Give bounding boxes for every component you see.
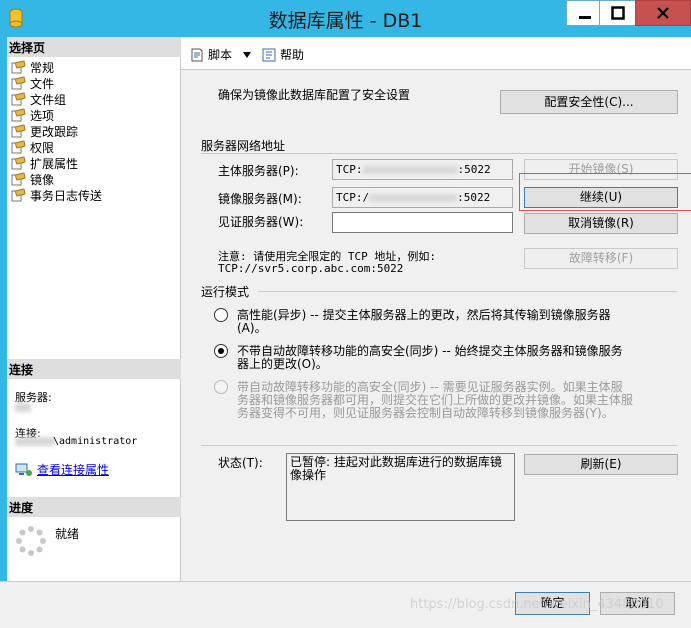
page-icon (11, 140, 26, 154)
help-label: 帮助 (280, 48, 305, 62)
divider (201, 445, 677, 446)
sidebar-item-label: 事务日志传送 (30, 188, 103, 203)
sidebar-item-files[interactable]: 文件 (11, 75, 54, 91)
chevron-down-icon[interactable] (242, 51, 252, 59)
witness-server-label: 见证服务器(W): (218, 215, 304, 229)
page-icon (11, 76, 26, 90)
mirror-server-label: 镜像服务器(M): (218, 192, 302, 206)
sidebar-item-label: 文件 (30, 76, 55, 91)
sidebar-item-general[interactable]: 常规 (11, 59, 54, 75)
sidebar-item-label: 选项 (30, 108, 55, 123)
status-label: 状态(T): (218, 456, 263, 470)
script-button[interactable]: 脚本 (189, 46, 252, 63)
window-border (0, 37, 7, 581)
toolbar: 脚本 帮助 (181, 37, 691, 69)
sidebar-item-permissions[interactable]: 权限 (11, 139, 54, 155)
close-icon (657, 7, 669, 19)
page-icon (11, 124, 26, 138)
divider (258, 291, 677, 292)
watermark: https://blog.csdn.net/weixin_43480010 (410, 597, 664, 612)
view-connection-properties-label[interactable]: 查看连接属性 (37, 461, 109, 478)
page-icon (11, 172, 26, 186)
mirror-suffix: :5022 (457, 191, 491, 204)
page-icon (11, 188, 26, 202)
status-box: 已暂停: 挂起对此数据库进行的数据库镜 像操作 (286, 453, 515, 521)
principal-host-redacted (362, 166, 458, 174)
principal-prefix: TCP: (336, 163, 363, 176)
script-icon (191, 48, 203, 61)
high-performance-radio[interactable] (214, 308, 228, 322)
mode1-label-line2: (A)。 (237, 321, 267, 335)
maximize-button[interactable] (599, 0, 637, 26)
principal-server-label: 主体服务器(P): (218, 164, 299, 178)
server-network-title: 服务器网络地址 (201, 139, 286, 153)
minimize-icon (579, 16, 591, 19)
configure-security-button[interactable]: 配置安全性(C)... (500, 90, 678, 114)
script-label: 脚本 (208, 48, 233, 62)
mirror-server-field[interactable]: TCP:/ :5022 (332, 187, 513, 208)
sidebar-item-extended-properties[interactable]: 扩展属性 (11, 155, 78, 171)
mirror-host-redacted (369, 194, 458, 202)
failover-button[interactable]: 故障转移(F) (524, 248, 678, 269)
sidebar-item-label: 更改跟踪 (30, 124, 79, 139)
mode1-label-line1: 高性能(异步) -- 提交主体服务器上的更改，然后将其传输到镜像服务器 (237, 308, 611, 322)
resume-button[interactable]: 继续(U) (524, 187, 678, 208)
connection-domain-redacted (15, 437, 55, 446)
progress-header: 进度 (7, 497, 181, 517)
sidebar-item-label: 权限 (30, 140, 55, 155)
title-bar: 数据库属性 - DB1 (0, 0, 691, 37)
witness-server-field[interactable] (332, 212, 513, 233)
mirroring-page: 确保为镜像此数据库配置了安全设置 配置安全性(C)... 服务器网络地址 主体服… (181, 69, 691, 581)
help-icon (262, 48, 276, 61)
operating-mode-title: 运行模式 (201, 285, 250, 299)
select-page-header: 选择页 (7, 37, 181, 57)
sidebar: 选择页 常规 文件 文件组 选项 更改跟踪 权限 扩展属性 镜像 事务日志传送 … (7, 37, 181, 581)
connection-properties-icon (15, 463, 32, 476)
sidebar-item-label: 扩展属性 (30, 156, 79, 171)
mode3-label-line3: 务器变得不可用，则见证服务器会控制自动故障转移到镜像服务器(Y)。 (237, 406, 614, 420)
status-line-2: 像操作 (290, 468, 327, 482)
mirror-prefix: TCP:/ (336, 191, 370, 204)
connection-user: \administrator (53, 436, 138, 447)
mode2-label-line2: 器上的更改(O)。 (237, 357, 328, 371)
note-line-2: TCP://svr5.corp.abc.com:5022 (218, 262, 404, 275)
help-button[interactable]: 帮助 (261, 46, 304, 63)
principal-server-field[interactable]: TCP: :5022 (332, 159, 513, 180)
page-icon (11, 108, 26, 122)
sidebar-item-mirroring[interactable]: 镜像 (11, 171, 54, 187)
server-value-redacted (15, 403, 31, 412)
high-safety-auto-failover-radio[interactable] (214, 380, 228, 394)
high-safety-no-failover-radio[interactable] (214, 344, 228, 358)
principal-suffix: :5022 (457, 163, 491, 176)
remove-mirroring-button[interactable]: 取消镜像(R) (524, 213, 678, 234)
sidebar-item-options[interactable]: 选项 (11, 107, 54, 123)
security-hint: 确保为镜像此数据库配置了安全设置 (218, 88, 411, 102)
sidebar-item-log-shipping[interactable]: 事务日志传送 (11, 187, 102, 203)
view-connection-properties-link[interactable]: 查看连接属性 (15, 461, 109, 478)
connection-header: 连接 (7, 359, 181, 379)
page-icon (11, 60, 26, 74)
sidebar-item-change-tracking[interactable]: 更改跟踪 (11, 123, 78, 139)
page-icon (11, 156, 26, 170)
sidebar-item-label: 文件组 (30, 92, 67, 107)
sidebar-item-filegroups[interactable]: 文件组 (11, 91, 66, 107)
refresh-button[interactable]: 刷新(E) (524, 454, 678, 475)
sidebar-item-label: 常规 (30, 60, 55, 75)
divider (201, 153, 677, 154)
progress-status: 就绪 (55, 527, 80, 541)
page-icon (11, 92, 26, 106)
progress-spinner-icon (16, 526, 46, 556)
close-button[interactable] (635, 0, 691, 26)
maximize-icon (611, 6, 625, 20)
sidebar-item-label: 镜像 (30, 172, 55, 187)
